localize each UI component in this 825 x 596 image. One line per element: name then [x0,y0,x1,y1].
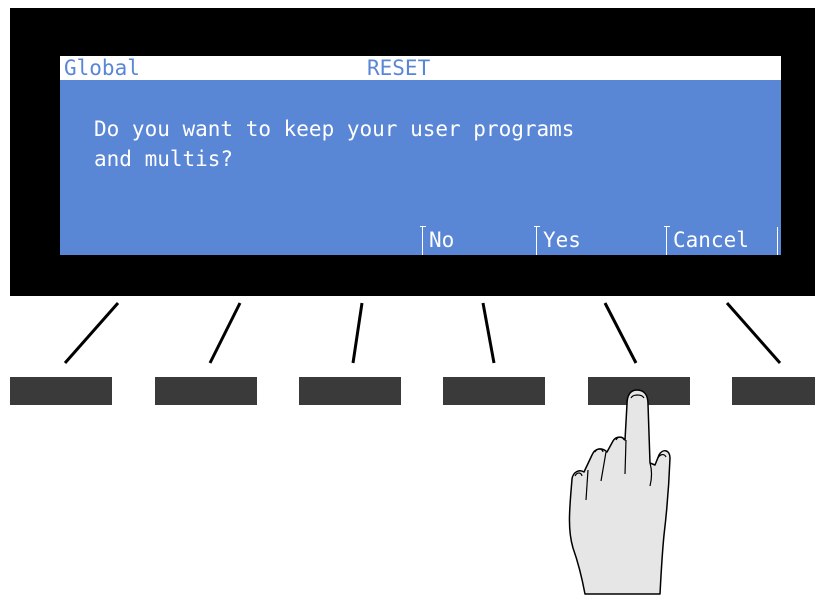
softkey-label-no: No [420,226,536,255]
connector-line-1 [63,302,120,364]
connector-line-6 [725,302,782,364]
softkey-button-1[interactable] [10,377,112,405]
connector-line-5 [603,302,638,364]
display-bezel: Global RESET Do you want to keep your us… [10,8,815,296]
softkey-button-2[interactable] [155,377,257,405]
page-title: RESET [367,56,431,80]
lcd-screen: Global RESET Do you want to keep your us… [60,56,781,255]
softkey-label-yes: Yes [534,226,666,255]
softkey-button-5[interactable] [588,377,690,405]
softkey-label-cancel: Cancel [664,226,778,255]
softkey-button-6[interactable] [732,377,815,405]
dialog-message: Do you want to keep your user programs a… [94,117,575,171]
connector-line-4 [481,302,496,364]
softkey-button-3[interactable] [299,377,401,405]
dialog-body: Do you want to keep your user programs a… [60,80,781,255]
connector-line-3 [351,302,364,364]
mode-label: Global [64,56,140,80]
lcd-header: Global RESET [60,56,781,80]
softkey-label-row: No Yes Cancel [60,225,781,255]
softkey-button-4[interactable] [443,377,545,405]
connector-line-2 [208,302,242,364]
